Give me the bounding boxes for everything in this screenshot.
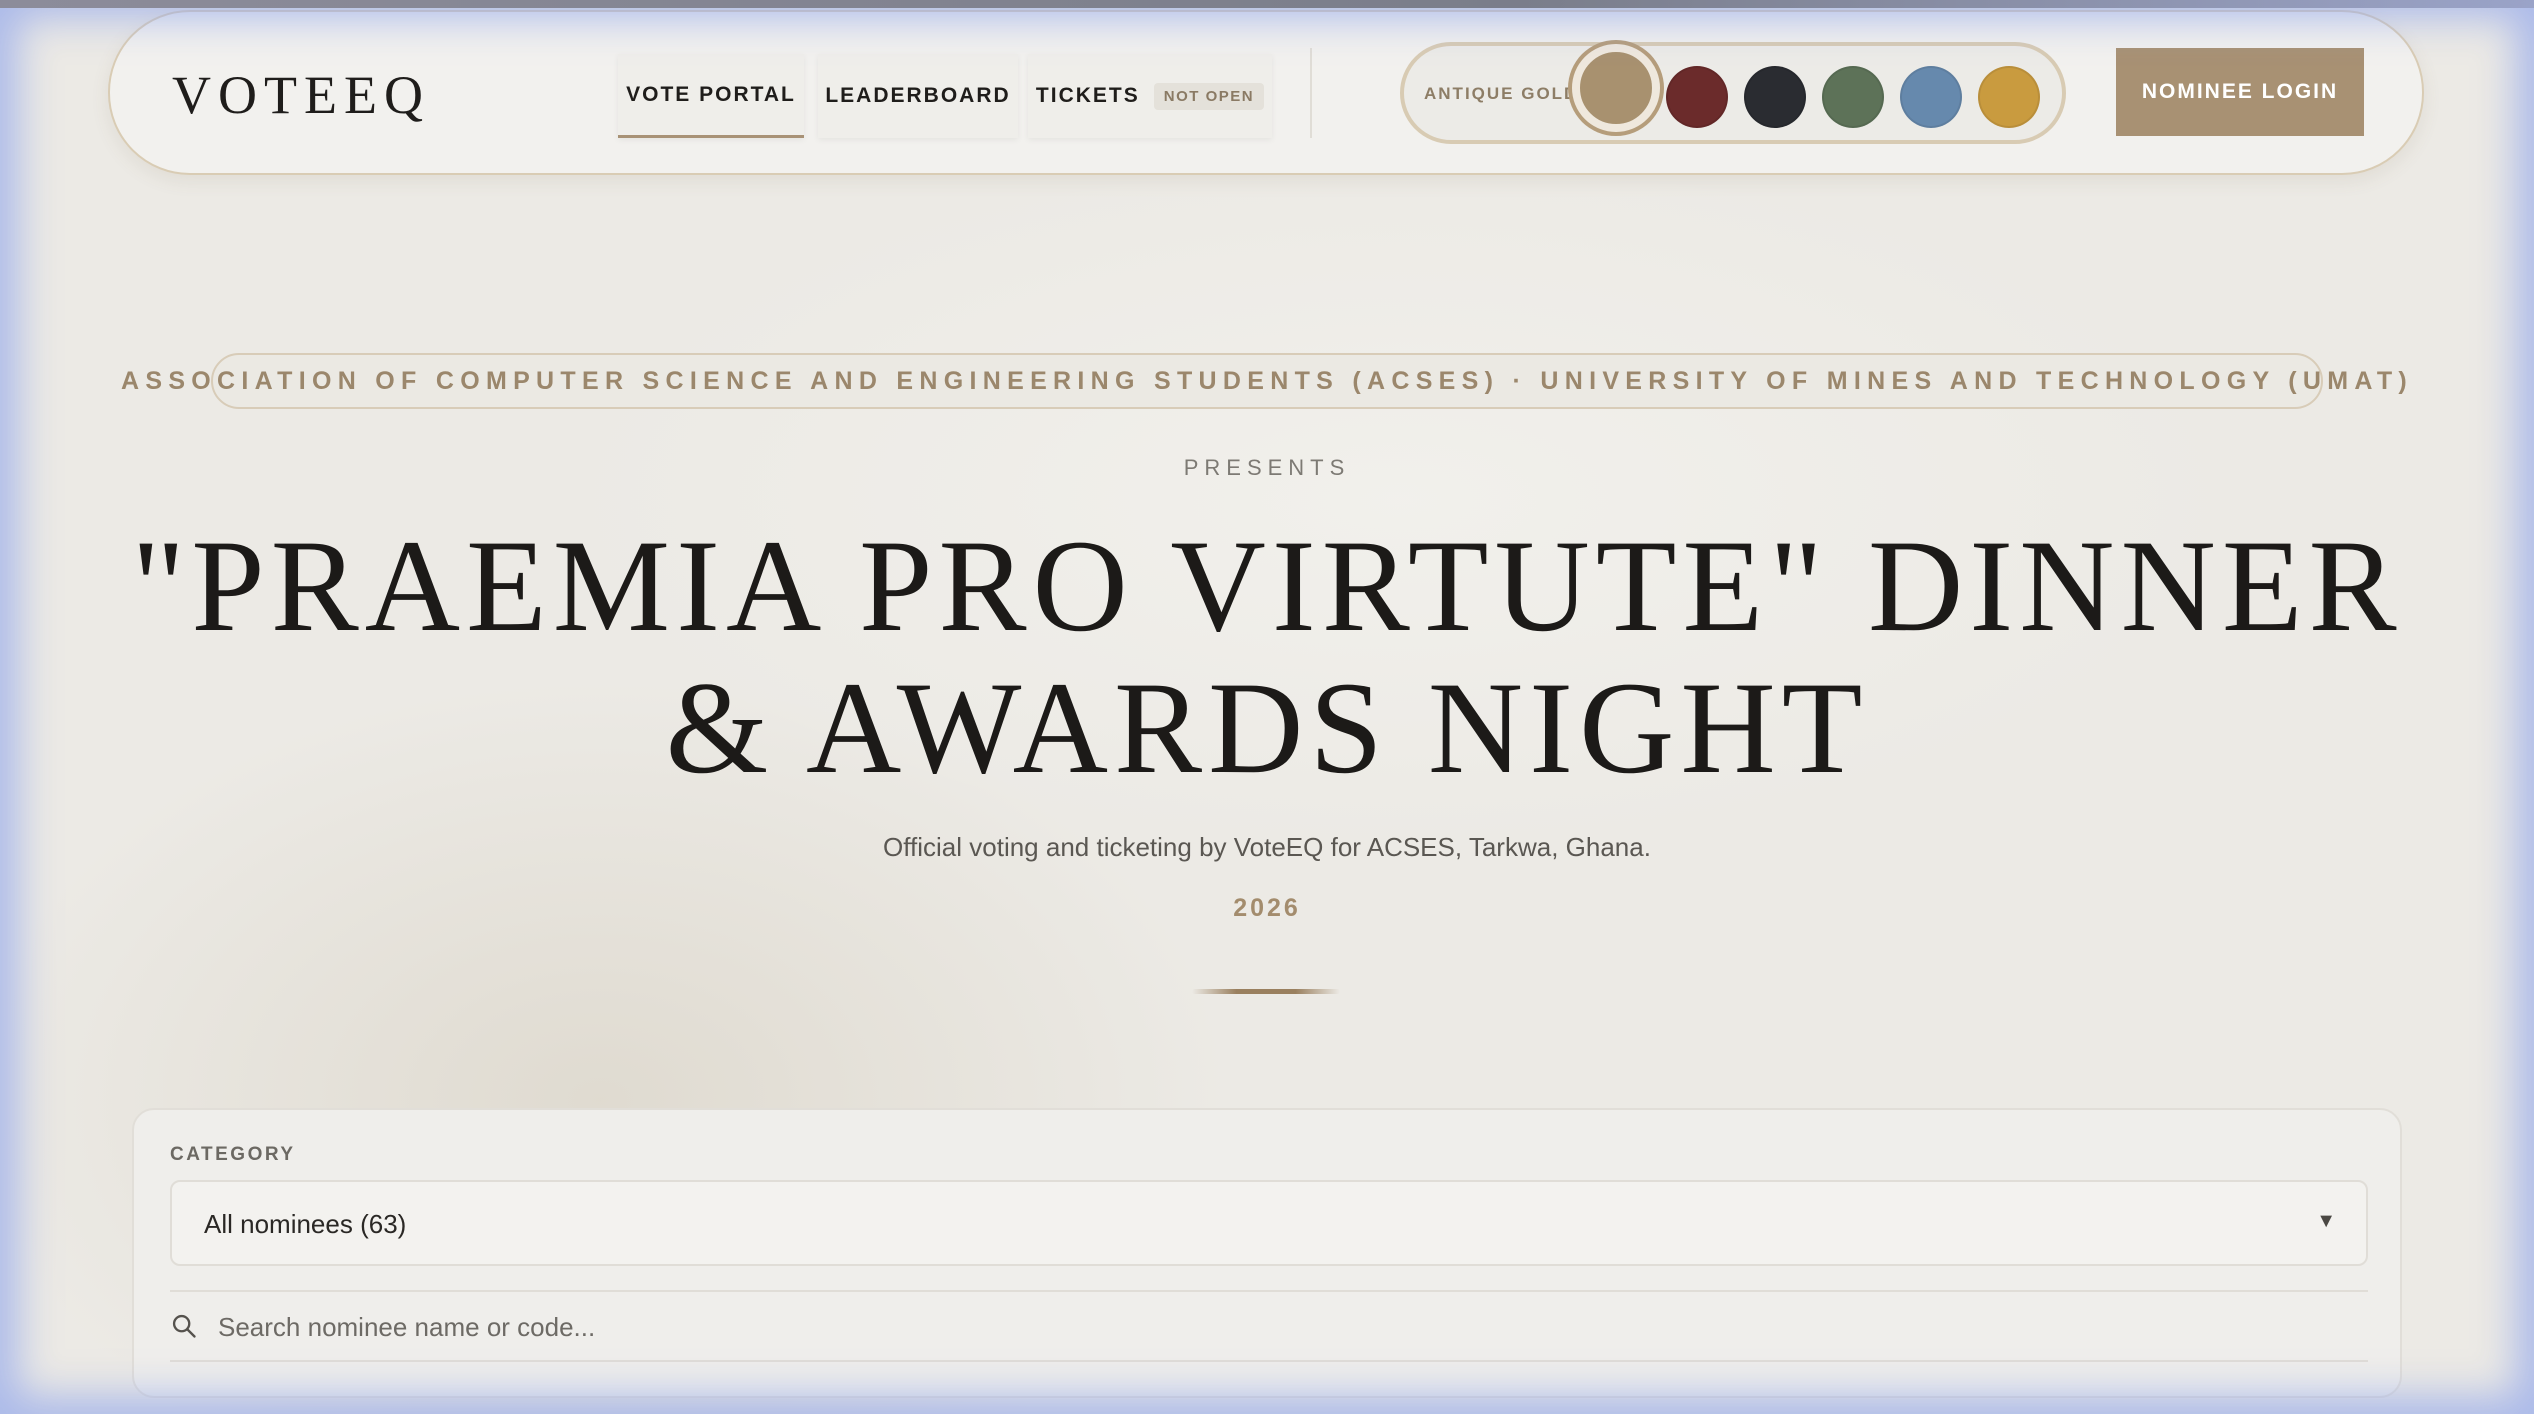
theme-swatch-mustard[interactable]: [1978, 66, 2040, 128]
category-label: CATEGORY: [170, 1144, 296, 1165]
category-select[interactable]: All nominees (63) ▼: [170, 1180, 2368, 1266]
theme-swatch-antique-gold[interactable]: [1572, 44, 1660, 132]
tickets-status-badge: NOT OPEN: [1153, 82, 1265, 110]
browser-top-strip: [0, 0, 2534, 8]
event-year: 2026: [1233, 894, 1301, 922]
organization-pill: ASSOCIATION OF COMPUTER SCIENCE AND ENGI…: [121, 353, 2407, 409]
search-icon: [172, 1314, 196, 1338]
nominee-search-input[interactable]: [216, 1304, 2320, 1350]
tab-leaderboard[interactable]: LEADERBOARD: [818, 54, 1018, 138]
theme-swatch-charcoal[interactable]: [1744, 66, 1806, 128]
organization-text: ASSOCIATION OF COMPUTER SCIENCE AND ENGI…: [120, 366, 2414, 395]
tab-tickets-label: TICKETS: [1035, 84, 1140, 107]
brand-logo[interactable]: VOTEEQ: [172, 64, 430, 126]
category-selected-value: All nominees (63): [204, 1209, 407, 1239]
theme-selected-label: ANTIQUE GOLD: [1424, 84, 1579, 103]
search-row: [170, 1290, 2368, 1362]
event-title: "PRAEMIA PRO VIRTUTE" DINNER & AWARDS NI…: [100, 515, 2434, 799]
tab-leaderboard-label: LEADERBOARD: [825, 84, 1011, 107]
nav-divider: [1310, 48, 1312, 138]
nominee-filter-panel: CATEGORY All nominees (63) ▼: [132, 1108, 2402, 1398]
theme-swatch-sage[interactable]: [1822, 66, 1884, 128]
event-title-line-1: "PRAEMIA PRO VIRTUTE" DINNER: [131, 512, 2403, 659]
nominee-login-button[interactable]: NOMINEE LOGIN: [2116, 48, 2364, 136]
tab-tickets[interactable]: TICKETS NOT OPEN: [1028, 54, 1272, 138]
tab-vote-portal-label: VOTE PORTAL: [626, 82, 796, 106]
event-subtitle: Official voting and ticketing by VoteEQ …: [883, 832, 1651, 862]
top-navigation: VOTEEQ VOTE PORTAL LEADERBOARD TICKETS N…: [108, 10, 2424, 175]
event-title-line-2: & AWARDS NIGHT: [665, 654, 1869, 801]
theme-swatch-steel-blue[interactable]: [1900, 66, 1962, 128]
hero-divider: [1192, 989, 1340, 994]
theme-swatch-burgundy[interactable]: [1666, 66, 1728, 128]
chevron-down-icon: ▼: [2316, 1210, 2336, 1232]
tab-vote-portal[interactable]: VOTE PORTAL: [618, 54, 804, 138]
theme-picker: ANTIQUE GOLD: [1400, 42, 2066, 144]
presents-label: PRESENTS: [1183, 455, 1351, 480]
